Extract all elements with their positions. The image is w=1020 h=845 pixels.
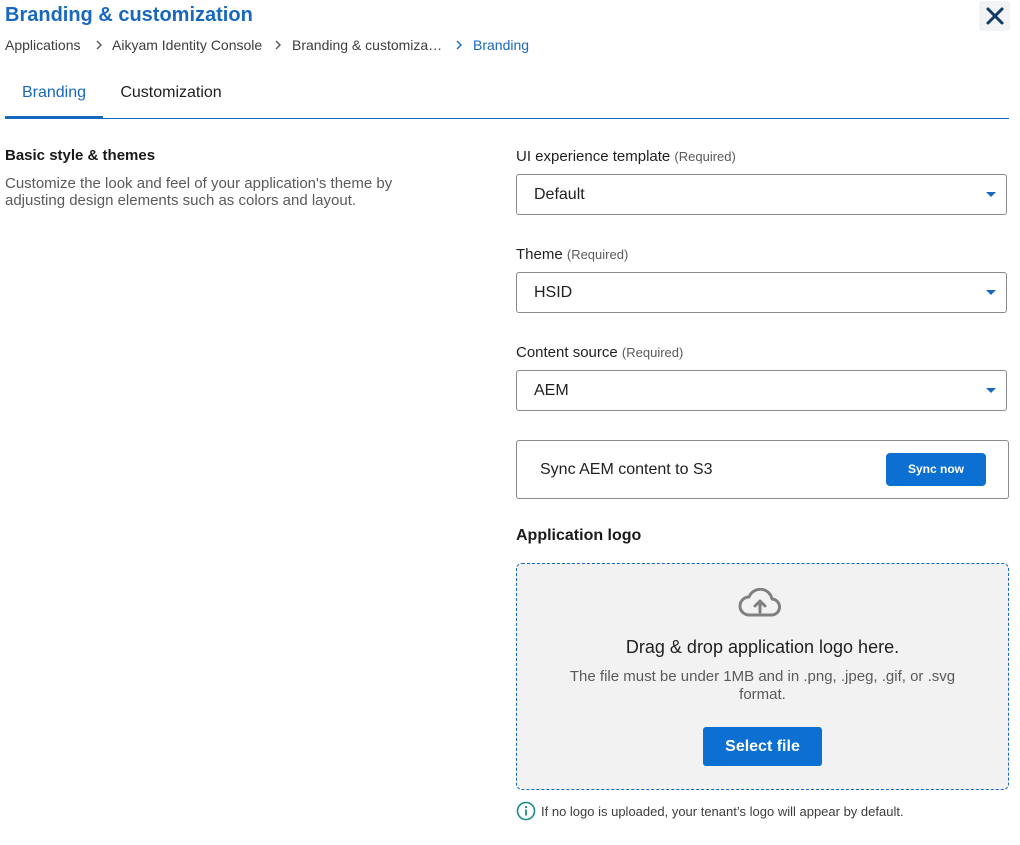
- info-icon: [516, 801, 536, 821]
- sync-now-button[interactable]: Sync now: [886, 453, 986, 486]
- branding-page: Branding & customization Applications Ai…: [0, 0, 1020, 845]
- tab-bar: Branding Customization: [5, 74, 1009, 119]
- select-file-button[interactable]: Select file: [703, 727, 822, 766]
- theme-label: Theme (Required): [516, 246, 628, 263]
- required-marker: (Required): [621, 345, 684, 360]
- template-select[interactable]: Default: [516, 174, 1007, 215]
- chevron-right-icon: [96, 40, 102, 50]
- sync-panel: Sync AEM content to S3 Sync now: [516, 440, 1009, 499]
- chevron-right-icon: [275, 40, 281, 50]
- chevron-right-icon: [456, 40, 462, 50]
- section-description: Customize the look and feel of your appl…: [5, 175, 393, 209]
- dropzone-description: The file must be under 1MB and in .png, …: [569, 668, 956, 703]
- caret-down-icon: [986, 388, 996, 393]
- tab-branding[interactable]: Branding: [5, 74, 103, 119]
- section-heading: Basic style & themes: [5, 147, 156, 164]
- tab-customization[interactable]: Customization: [108, 74, 234, 116]
- page-title: Branding & customization: [5, 4, 253, 26]
- content-source-label-text: Content source: [516, 344, 618, 361]
- breadcrumb-applications[interactable]: Applications: [5, 37, 81, 53]
- logo-info: If no logo is uploaded, your tenant’s lo…: [516, 801, 904, 821]
- content-source-label: Content source (Required): [516, 344, 683, 361]
- close-icon: [986, 7, 1003, 25]
- logo-dropzone[interactable]: Drag & drop application logo here. The f…: [516, 563, 1009, 790]
- template-select-value: Default: [534, 186, 585, 203]
- close-button[interactable]: [979, 1, 1010, 31]
- caret-down-icon: [986, 192, 996, 197]
- cloud-upload-icon: [738, 588, 781, 617]
- sync-text: Sync AEM content to S3: [540, 461, 713, 478]
- dropzone-title: Drag & drop application logo here.: [625, 637, 900, 657]
- required-marker: (Required): [674, 149, 736, 164]
- template-label: UI experience template (Required): [516, 148, 736, 165]
- caret-down-icon: [986, 290, 996, 295]
- theme-select[interactable]: HSID: [516, 272, 1007, 313]
- template-label-text: UI experience template: [516, 148, 671, 165]
- required-marker: (Required): [566, 247, 629, 262]
- content-source-select[interactable]: AEM: [516, 370, 1007, 411]
- theme-select-value: HSID: [534, 284, 573, 301]
- info-text: If no logo is uploaded, your tenant’s lo…: [541, 803, 904, 819]
- logo-heading: Application logo: [516, 527, 642, 544]
- content-source-select-value: AEM: [534, 382, 569, 399]
- breadcrumb-console[interactable]: Aikyam Identity Console: [112, 37, 262, 53]
- breadcrumb-branding: Branding: [473, 37, 530, 53]
- breadcrumb-branding-customization[interactable]: Branding & customiza…: [292, 37, 442, 53]
- theme-label-text: Theme: [516, 246, 563, 263]
